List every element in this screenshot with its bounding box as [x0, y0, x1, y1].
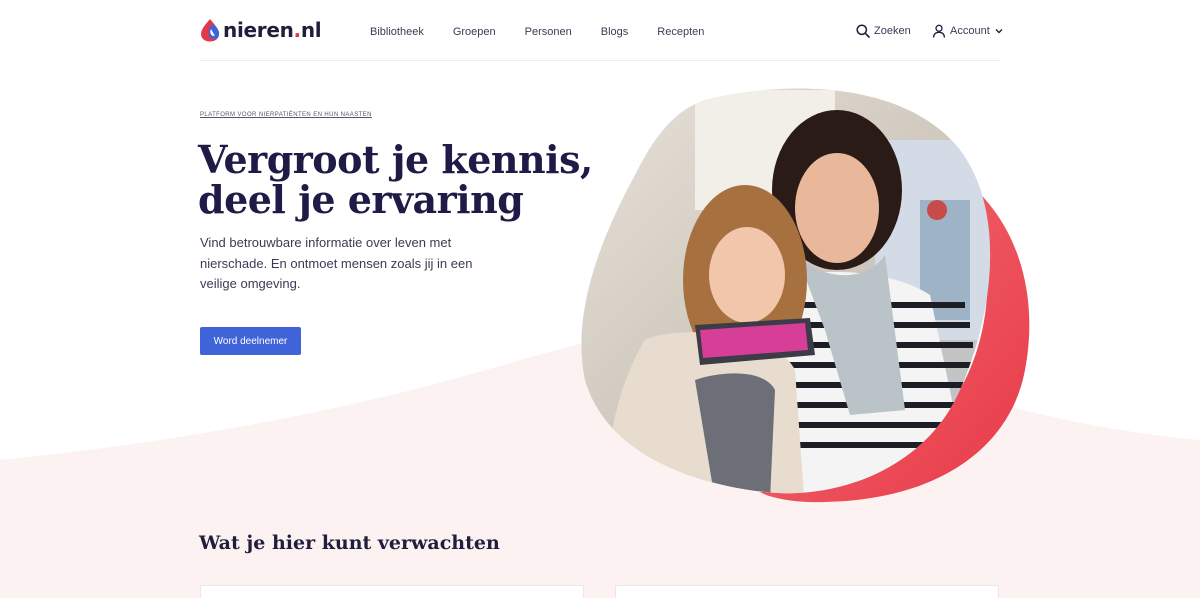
nav-item-blogs[interactable]: Blogs: [601, 24, 629, 40]
search-label: Zoeken: [874, 25, 911, 37]
hero-image: [575, 80, 1035, 510]
feature-card[interactable]: [200, 585, 584, 598]
user-icon: [932, 24, 946, 38]
feature-card[interactable]: [615, 585, 999, 598]
main-nav: Bibliotheek Groepen Personen Blogs Recep…: [370, 24, 733, 40]
join-button[interactable]: Word deelnemer: [200, 327, 301, 355]
logo-text: nieren.nl: [223, 18, 322, 42]
account-menu[interactable]: Account: [932, 24, 1004, 38]
hero-text: Vind betrouwbare informatie over leven m…: [200, 235, 473, 291]
nav-item-bibliotheek[interactable]: Bibliotheek: [370, 24, 424, 40]
search-button[interactable]: Zoeken: [856, 24, 911, 38]
nav-item-personen[interactable]: Personen: [525, 24, 572, 40]
logo[interactable]: nieren.nl: [200, 16, 322, 44]
logo-drop-icon: [201, 19, 220, 42]
site-header: nieren.nl Bibliotheek Groepen Personen B…: [200, 0, 1003, 61]
search-icon: [856, 24, 870, 38]
section-title: Wat je hier kunt verwachten: [199, 532, 500, 554]
hero-eyebrow[interactable]: PLATFORM VOOR NIERPATIËNTEN EN HUN NAAST…: [200, 112, 372, 118]
hero-title: Vergroot je kennis, deel je ervaring: [198, 137, 593, 222]
chevron-down-icon: [995, 29, 1003, 34]
nav-item-recepten[interactable]: Recepten: [657, 24, 704, 40]
nav-item-groepen[interactable]: Groepen: [453, 24, 496, 40]
account-label: Account: [950, 25, 990, 37]
